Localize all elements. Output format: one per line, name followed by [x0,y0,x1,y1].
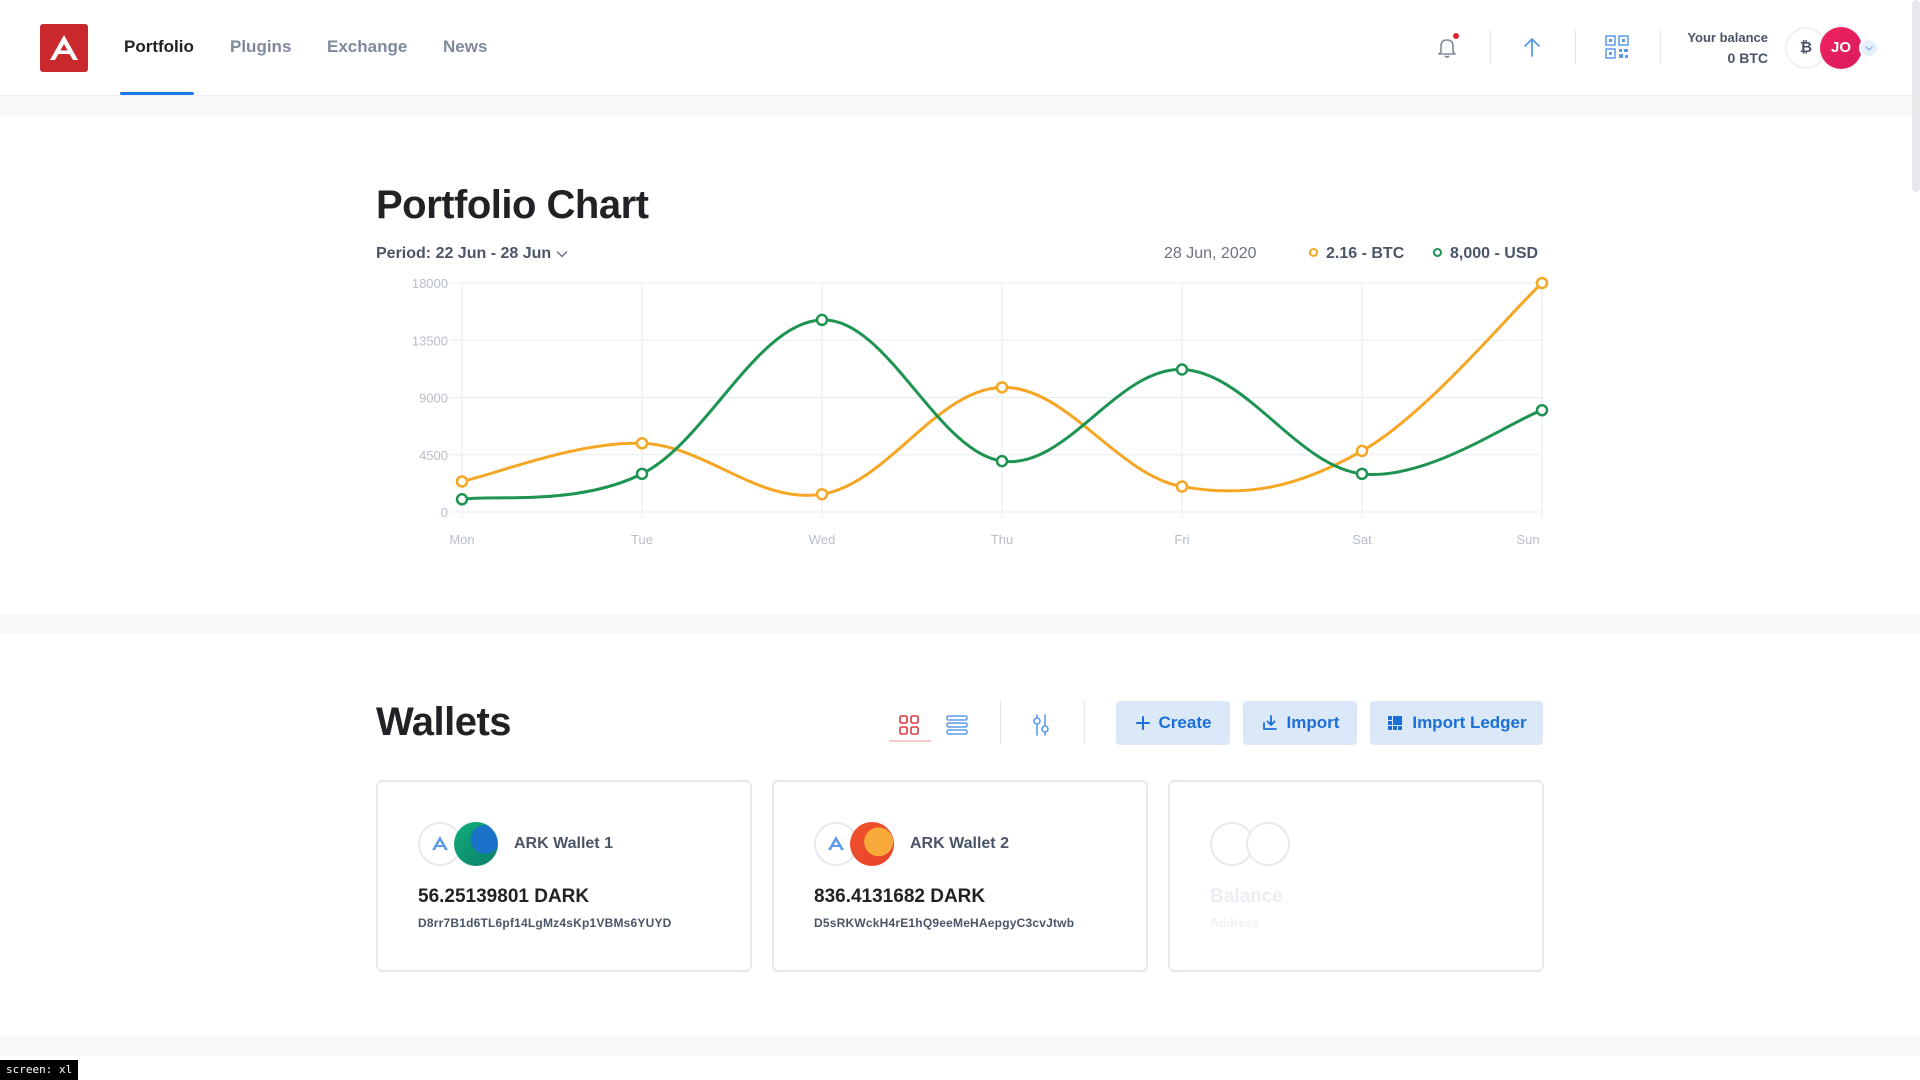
btc-data-point [1355,444,1369,458]
wallet-avatar [850,822,894,866]
ledger-icon [1388,716,1403,730]
create-wallet-button[interactable]: Create [1116,701,1230,745]
balance-label: Your balance [1687,30,1768,45]
btc-data-point [1535,276,1549,290]
chevron-down-icon [556,250,568,258]
nav-plugins[interactable]: Plugins [230,37,291,57]
legend-usd-label: 8,000 - USD [1450,245,1539,262]
y-tick-label: 18000 [412,276,448,291]
usd-data-point [635,467,649,481]
nav-portfolio[interactable]: Portfolio [124,37,194,57]
wallet-card[interactable]: ARK Wallet 2 836.4131682 DARK D5sRKWckH4… [772,780,1148,972]
plus-icon [1135,716,1150,730]
period-label: Period: 22 Jun - 28 Jun [376,245,552,262]
wallet-card[interactable]: ARK Wallet 1 56.25139801 DARK D8rr7B1d6T… [376,780,752,972]
import-label: Import [1286,713,1340,732]
ark-logo-icon [50,35,78,60]
import-icon [1262,715,1277,730]
y-tick-label: 4500 [419,448,448,463]
create-label: Create [1158,713,1212,732]
x-tick-label: Sun [1516,532,1539,547]
period-selector[interactable]: Period: 22 Jun - 28 Jun [376,245,569,263]
wallet-address: D5sRKWckH4rE1hQ9eeMeHAepgyC3cvJtwb [814,916,1075,930]
portfolio-chart-title: Portfolio Chart [376,183,649,227]
legend-btc-dot [1309,248,1318,257]
chevron-down-icon[interactable] [1859,38,1879,58]
portfolio-line-chart: 0 4500 9000 13500 18000 Mon Tue Wed Thu Fri Sat Sun [412,276,1549,547]
balance-value: 0 BTC [1727,50,1768,66]
btc-data-point [1175,480,1189,493]
header-divider [1490,30,1491,64]
btc-data-point [995,381,1009,394]
wallet-card-placeholder[interactable]: Balance Address [1168,780,1544,972]
grid-view-icon[interactable] [892,708,926,742]
list-view-icon[interactable] [940,708,974,742]
usd-data-point [455,493,469,506]
wallet-balance: 56.25139801 DARK [418,886,590,907]
notification-dot [1452,32,1460,40]
x-tick-label: Thu [991,532,1013,547]
x-tick-label: Wed [809,532,836,547]
usd-data-point [1535,403,1549,417]
import-ledger-label: Import Ledger [1412,713,1527,732]
qr-code-icon[interactable] [1602,32,1632,62]
import-ledger-button[interactable]: Import Ledger [1370,701,1543,745]
ark-logo[interactable] [40,24,88,72]
screen-size-tag: screen: xl [0,1060,79,1080]
legend-usd-dot [1433,248,1442,257]
top-navbar: Portfolio Plugins Exchange News Your bal… [0,0,1920,96]
wallet-name: ARK Wallet 2 [910,835,1009,852]
wallet-balance: 836.4131682 DARK [814,886,986,907]
section-divider [0,614,1920,634]
usd-data-point [1355,467,1369,481]
send-arrow-icon[interactable] [1517,32,1547,62]
wallet-balance-placeholder: Balance [1210,886,1283,907]
user-avatar[interactable]: JO [1820,27,1862,69]
x-tick-label: Tue [631,532,653,547]
usd-data-point [815,313,829,327]
scrollbar[interactable] [1912,0,1920,192]
btc-data-point [455,475,469,488]
active-view-indicator [889,740,931,742]
wallet-address: D8rr7B1d6TL6pf14LgMz4sKp1VBMs6YUYD [418,916,672,930]
legend-btc: 2.16 - BTC [1309,245,1404,263]
wallet-name: ARK Wallet 1 [514,835,613,852]
nav-news[interactable]: News [443,37,487,57]
toolbar-divider [1000,700,1001,744]
usd-data-point [1175,363,1189,376]
header-divider [1660,30,1661,64]
wallet-address-placeholder: Address [1210,916,1260,930]
placeholder-circle [1246,822,1290,866]
legend-btc-label: 2.16 - BTC [1326,245,1405,262]
legend-usd: 8,000 - USD [1433,245,1538,263]
toolbar-divider [1084,700,1085,744]
section-divider [0,1036,1920,1056]
y-tick-label: 0 [441,505,448,520]
active-tab-indicator [120,92,194,95]
btc-data-point [815,487,829,501]
section-divider [0,96,1920,116]
header-divider [1575,30,1576,64]
usd-data-point [995,454,1009,468]
wallet-avatar [454,822,498,866]
chart-date: 28 Jun, 2020 [1164,245,1257,262]
y-tick-label: 13500 [412,333,448,348]
import-wallet-button[interactable]: Import [1243,701,1357,745]
nav-exchange[interactable]: Exchange [327,37,407,57]
y-tick-label: 9000 [419,391,448,406]
wallets-title: Wallets [376,700,512,744]
x-tick-label: Mon [449,532,474,547]
x-tick-label: Sat [1352,532,1372,547]
filter-sliders-icon[interactable] [1024,708,1058,742]
x-tick-label: Fri [1174,532,1189,547]
btc-data-point [635,437,649,450]
